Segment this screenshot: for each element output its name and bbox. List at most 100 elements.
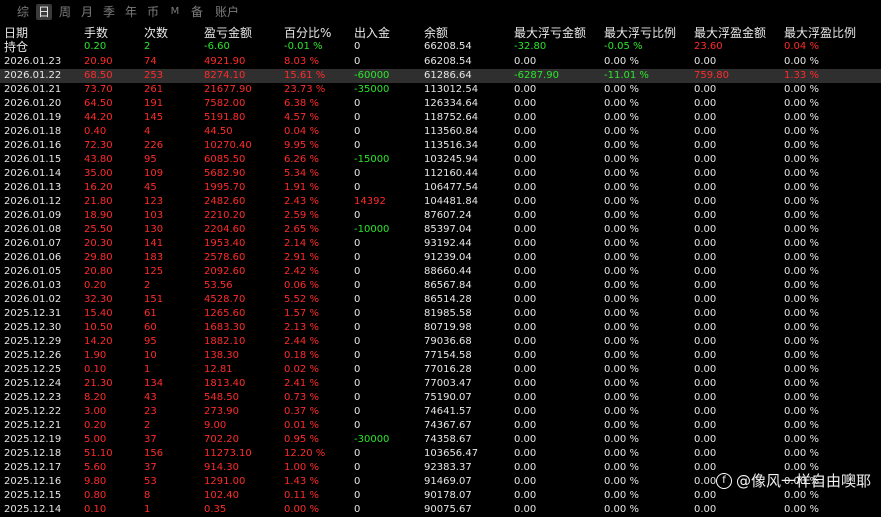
tab-4[interactable]: 季 [102,4,116,20]
table-row[interactable]: 2026.01.02 32.30 151 4528.70 5.52 % 0 86514.28… [0,293,881,307]
tab-2[interactable]: 周 [58,4,72,20]
table-row[interactable]: 2026.01.23 20.90 74 4921.90 8.03 % 0 66208.54 0… [0,55,881,69]
table-row[interactable]: 2026.01.22 68.50 253 8274.10 15.61 % -60000 61… [0,69,881,83]
table-row[interactable]: 2025.12.26 1.90 10 138.30 0.18 % 0 77154.58 0.0… [0,349,881,363]
cell-lots: 44.20 [84,112,113,123]
cell-date: 2025.12.29 [4,336,62,347]
table-row[interactable]: 2026.01.14 35.00 109 5682.90 5.34 % 0 112160.4… [0,167,881,181]
tab-3[interactable]: 月 [80,4,94,20]
table-row[interactable]: 2026.01.09 18.90 103 2210.20 2.59 % 0 87607.24… [0,209,881,223]
cell-date: 2026.01.15 [4,154,62,165]
cell-count: 45 [144,182,157,193]
tab-7[interactable]: M [170,4,180,20]
table-row[interactable]: 2025.12.23 8.20 43 548.50 0.73 % 0 75190.07 0.0… [0,391,881,405]
cell-balance: 93192.44 [424,238,472,249]
cell-pct: 2.91 % [284,252,319,263]
cell-max-float-profit: 0.00 [694,252,717,263]
table-row[interactable]: 2026.01.15 43.80 95 6085.50 6.26 % -15000 1032… [0,153,881,167]
cell-pct: 2.42 % [284,266,319,277]
cell-max-float-profit: 0.00 [694,462,717,473]
daily-table-body: 2026.01.23 20.90 74 4921.90 8.03 % 0 66208.54 0… [0,55,881,517]
holding-lots: 0.20 [84,41,107,52]
cell-pnl: 2482.60 [204,196,246,207]
cell-max-float-profit: 0.00 [694,126,717,137]
cell-lots: 0.10 [84,364,107,375]
cell-date: 2026.01.22 [4,70,62,81]
cell-lots: 20.90 [84,56,113,67]
cell-max-float-profit: 0.00 [694,406,717,417]
cell-max-float-loss-pct: 0.00 % [604,140,639,151]
cell-max-float-loss-pct: 0.00 % [604,182,639,193]
cell-inout: 0 [354,476,361,487]
table-row[interactable]: 2026.01.13 16.20 45 1995.70 1.91 % 0 106477.54… [0,181,881,195]
cell-lots: 15.40 [84,308,113,319]
table-row[interactable]: 2025.12.21 0.20 2 9.00 0.01 % 0 74367.67 0.00 0.… [0,419,881,433]
cell-date: 2026.01.14 [4,168,62,179]
watermark-text: @像风一样自由噢耶 [735,472,871,490]
tab-9[interactable]: 账户 [213,4,241,20]
cell-count: 4 [144,126,151,137]
table-row[interactable]: 2026.01.05 20.80 125 2092.60 2.42 % 0 88660.44… [0,265,881,279]
cell-max-float-profit-pct: 0.00 % [784,182,819,193]
table-row[interactable]: 2025.12.15 0.80 8 102.40 0.11 % 0 90178.07 0.00… [0,489,881,503]
cell-pct: 0.02 % [284,364,319,375]
table-row[interactable]: 2026.01.18 0.40 4 44.50 0.04 % 0 113560.84 0.00… [0,125,881,139]
cell-count: 60 [144,322,157,333]
table-row[interactable]: 2025.12.25 0.10 1 12.81 0.02 % 0 77016.28 0.00 0… [0,363,881,377]
tab-8[interactable]: 备 [190,4,204,20]
table-row[interactable]: 2025.12.22 3.00 23 273.90 0.37 % 0 74641.57 0.0… [0,405,881,419]
cell-max-float-profit: 0.00 [694,196,717,207]
table-row[interactable]: 2026.01.07 20.30 141 1953.40 2.14 % 0 93192.44… [0,237,881,251]
cell-lots: 72.30 [84,140,113,151]
table-row[interactable]: 2026.01.12 21.80 123 2482.60 2.43 % 14392 1044… [0,195,881,209]
cell-max-float-loss-pct: 0.00 % [604,392,639,403]
cell-inout: 0 [354,462,361,473]
cell-inout: 0 [354,98,361,109]
table-row[interactable]: 2025.12.18 51.10 156 11273.10 12.20 % 0 103656… [0,447,881,461]
table-row[interactable]: 2025.12.30 10.50 60 1683.30 2.13 % 0 80719.98 0… [0,321,881,335]
tab-6[interactable]: 币 [146,4,160,20]
cell-max-float-profit-pct: 0.00 % [784,140,819,151]
cell-max-float-profit-pct: 0.00 % [784,308,819,319]
cell-pct: 2.65 % [284,224,319,235]
table-row[interactable]: 2025.12.24 21.30 134 1813.40 2.41 % 0 77003.47… [0,377,881,391]
cell-inout: 0 [354,126,361,137]
cell-lots: 0.80 [84,490,107,501]
cell-pct: 0.06 % [284,280,319,291]
tab-5[interactable]: 年 [124,4,138,20]
cell-max-float-profit: 0.00 [694,56,717,67]
table-row[interactable]: 2026.01.08 25.50 130 2204.60 2.65 % -10000 853… [0,223,881,237]
holding-label: 持仓 [4,40,29,54]
table-row[interactable]: 2026.01.06 29.80 183 2578.60 2.91 % 0 91239.04… [0,251,881,265]
table-row[interactable]: 2026.01.03 0.20 2 53.56 0.06 % 0 86567.84 0.00 0… [0,279,881,293]
cell-max-float-profit-pct: 0.00 % [784,350,819,361]
table-row[interactable]: 2026.01.19 44.20 145 5191.80 4.57 % 0 118752.6… [0,111,881,125]
table-row[interactable]: 2025.12.31 15.40 61 1265.60 1.57 % 0 81985.58 0… [0,307,881,321]
cell-pnl: 914.30 [204,462,239,473]
cell-lots: 21.80 [84,196,113,207]
cell-count: 226 [144,140,164,151]
cell-max-float-profit: 0.00 [694,476,717,487]
cell-pct: 1.43 % [284,476,319,487]
cell-pnl: 21677.90 [204,84,252,95]
cell-date: 2025.12.18 [4,448,62,459]
cell-pct: 1.91 % [284,182,319,193]
cell-count: 141 [144,238,164,249]
tab-0[interactable]: 综 [16,4,30,20]
holding-max-float-profit: 23.60 [694,41,723,52]
cell-date: 2025.12.24 [4,378,62,389]
cell-max-float-loss-pct: 0.00 % [604,336,639,347]
cell-date: 2026.01.03 [4,280,62,291]
cell-max-float-profit: 0.00 [694,364,717,375]
cell-pnl: 6085.50 [204,154,246,165]
cell-date: 2026.01.06 [4,252,62,263]
cell-max-float-profit: 0.00 [694,84,717,95]
tab-1[interactable]: 日 [36,4,52,20]
cell-max-float-profit-pct: 0.00 % [784,126,819,137]
table-row[interactable]: 2026.01.20 64.50 191 7582.00 6.38 % 0 126334.6… [0,97,881,111]
table-row[interactable]: 2026.01.16 72.30 226 10270.40 9.95 % 0 113516.… [0,139,881,153]
cell-inout: 0 [354,140,361,151]
table-row[interactable]: 2025.12.19 5.00 37 702.20 0.95 % -30000 74358.… [0,433,881,447]
table-row[interactable]: 2026.01.21 73.70 261 21677.90 23.73 % -35000 1… [0,83,881,97]
table-row[interactable]: 2025.12.29 14.20 95 1882.10 2.44 % 0 79036.68 0… [0,335,881,349]
